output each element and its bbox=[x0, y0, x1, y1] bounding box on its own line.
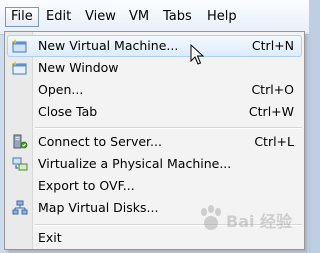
menu-item-label: New Window bbox=[38, 60, 119, 75]
menu-item-shortcut: Ctrl+W bbox=[248, 104, 294, 119]
menu-separator bbox=[35, 127, 302, 129]
menu-item-label: New Virtual Machine... bbox=[38, 38, 179, 53]
menu-item-virtualize-physical-machine[interactable]: Virtualize a Physical Machine... bbox=[7, 153, 302, 175]
menu-item-connect-to-server[interactable]: Connect to Server... Ctrl+L bbox=[7, 131, 302, 153]
app-window: File Edit View VM Tabs Help New Virtual … bbox=[0, 0, 309, 253]
menu-item-new-virtual-machine[interactable]: New Virtual Machine... Ctrl+N bbox=[7, 35, 302, 57]
map-disks-icon bbox=[12, 200, 28, 215]
menu-edit-label: Edit bbox=[46, 9, 72, 24]
menu-item-label: Connect to Server... bbox=[38, 134, 162, 149]
menu-item-open[interactable]: Open... Ctrl+O bbox=[7, 79, 302, 101]
menu-file[interactable]: File bbox=[5, 7, 39, 27]
menu-item-shortcut: Ctrl+O bbox=[251, 82, 294, 97]
watermark-text: Bai 经验 bbox=[226, 212, 293, 231]
menu-item-label: Export to OVF... bbox=[38, 178, 135, 193]
menu-vm[interactable]: VM bbox=[124, 7, 154, 27]
menu-item-shortcut: Ctrl+L bbox=[254, 134, 294, 149]
menu-item-label: Map Virtual Disks... bbox=[38, 200, 159, 215]
new-vm-icon bbox=[12, 39, 27, 53]
menu-item-label: Exit bbox=[38, 230, 62, 245]
menu-view-label: View bbox=[85, 9, 116, 24]
new-window-icon bbox=[12, 61, 27, 75]
mouse-cursor-icon bbox=[190, 44, 204, 65]
menu-item-export-to-ovf[interactable]: Export to OVF... bbox=[7, 175, 302, 197]
menu-view[interactable]: View bbox=[80, 7, 121, 27]
virtualize-physical-icon bbox=[12, 157, 28, 171]
menu-item-label: Close Tab bbox=[38, 104, 98, 119]
menu-item-new-window[interactable]: New Window bbox=[7, 57, 302, 79]
menu-item-label: Virtualize a Physical Machine... bbox=[38, 156, 232, 171]
menu-help[interactable]: Help bbox=[202, 7, 242, 27]
menu-file-label: File bbox=[11, 9, 33, 24]
menu-help-label: Help bbox=[207, 9, 237, 24]
menu-tabs[interactable]: Tabs bbox=[158, 7, 197, 27]
menu-item-shortcut: Ctrl+N bbox=[251, 38, 294, 53]
menu-tabs-label: Tabs bbox=[163, 9, 192, 24]
menu-bar: File Edit View VM Tabs Help bbox=[0, 0, 309, 35]
menu-vm-label: VM bbox=[129, 9, 150, 24]
watermark: Bai 经验 bbox=[196, 203, 296, 237]
menu-item-close-tab[interactable]: Close Tab Ctrl+W bbox=[7, 101, 302, 123]
paw-logo-icon bbox=[201, 205, 221, 230]
menu-edit[interactable]: Edit bbox=[41, 7, 76, 27]
menu-item-label: Open... bbox=[38, 82, 84, 97]
connect-server-icon bbox=[13, 134, 28, 149]
